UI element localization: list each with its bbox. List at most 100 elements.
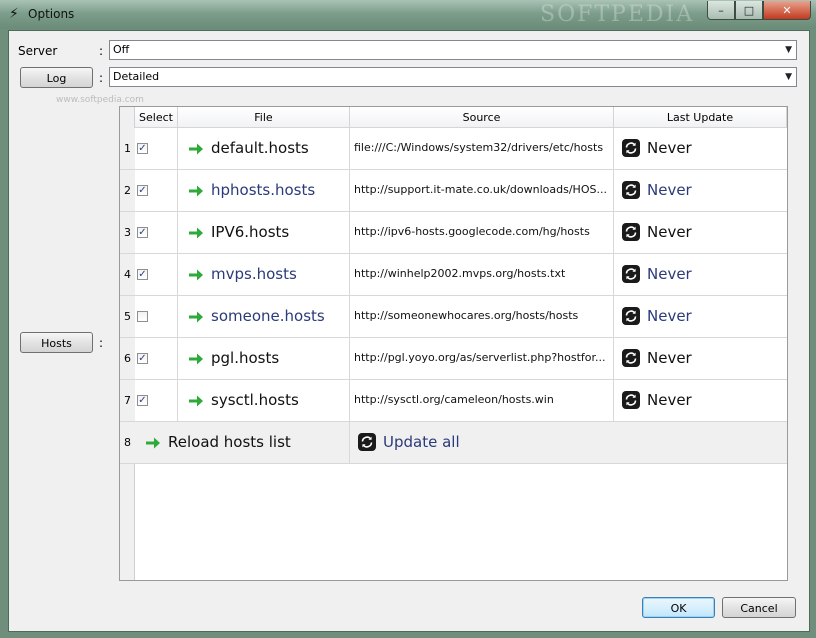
source-cell[interactable]: file:///C:/Windows/system32/drivers/etc/…	[350, 128, 614, 170]
row-checkbox[interactable]: ✓	[137, 269, 148, 280]
reload-hosts-label: Reload hosts list	[168, 433, 291, 451]
select-cell[interactable]: ✓	[135, 128, 178, 170]
green-arrow-icon	[189, 395, 203, 407]
select-cell[interactable]: ✓	[135, 170, 178, 212]
ok-button[interactable]: OK	[642, 597, 715, 618]
last-update-value: Never	[647, 265, 692, 283]
server-select[interactable]: Off ▼	[109, 40, 797, 60]
table-row: 2 ✓ hphosts.hosts http://support.it-mate.co…	[120, 170, 787, 212]
source-cell[interactable]: http://ipv6-hosts.googlecode.com/hg/host…	[350, 212, 614, 254]
source-cell[interactable]: http://winhelp2002.mvps.org/hosts.txt	[350, 254, 614, 296]
file-cell[interactable]: IPV6.hosts	[178, 212, 350, 254]
softpedia-watermark: www.softpedia.com	[56, 95, 144, 105]
row-number: 8	[120, 422, 135, 464]
select-cell[interactable]: ✓	[135, 212, 178, 254]
table-row: 1 ✓ default.hosts file:///C:/Windows/system…	[120, 128, 787, 170]
title-bar[interactable]: ⚡ Options SOFTPEDIA – □ ✕	[0, 0, 816, 29]
row-checkbox[interactable]: ✓	[137, 143, 148, 154]
source-cell[interactable]: http://sysctl.org/cameleon/hosts.win	[350, 380, 614, 422]
source-url: http://someonewhocares.org/hosts/hosts	[354, 309, 579, 322]
source-url: http://sysctl.org/cameleon/hosts.win	[354, 393, 554, 406]
server-colon: :	[99, 44, 104, 58]
last-update-cell[interactable]: Never	[614, 380, 787, 422]
log-button[interactable]: Log	[20, 67, 93, 88]
table-row: 6 ✓ pgl.hosts http://pgl.yoyo.org/as/server…	[120, 338, 787, 380]
log-colon: :	[99, 71, 104, 85]
file-cell[interactable]: someone.hosts	[178, 296, 350, 338]
source-cell[interactable]: http://pgl.yoyo.org/as/serverlist.php?ho…	[350, 338, 614, 380]
last-update-value: Never	[647, 181, 692, 199]
background-watermark: SOFTPEDIA	[540, 2, 695, 27]
table-row: 5 someone.hosts http://someonewhocares.org…	[120, 296, 787, 338]
row-number: 4	[120, 254, 135, 296]
source-cell[interactable]: http://someonewhocares.org/hosts/hosts	[350, 296, 614, 338]
refresh-icon	[622, 349, 640, 367]
header-select[interactable]: Select	[135, 107, 178, 128]
row-checkbox[interactable]: ✓	[137, 227, 148, 238]
server-select-value: Off	[113, 43, 130, 56]
cancel-button[interactable]: Cancel	[722, 597, 796, 618]
file-cell[interactable]: hphosts.hosts	[178, 170, 350, 212]
select-cell[interactable]: ✓	[135, 254, 178, 296]
header-source[interactable]: Source	[350, 107, 614, 128]
file-name: sysctl.hosts	[211, 391, 299, 409]
green-arrow-icon	[146, 437, 160, 449]
reload-hosts-cell[interactable]: Reload hosts list	[135, 422, 350, 464]
last-update-value: Never	[647, 391, 692, 409]
last-update-cell[interactable]: Never	[614, 212, 787, 254]
update-all-label: Update all	[383, 433, 460, 451]
select-cell[interactable]: ✓	[135, 380, 178, 422]
refresh-icon	[622, 139, 640, 157]
footer-row: 8 Reload hosts list Update all	[120, 422, 787, 464]
last-update-cell[interactable]: Never	[614, 170, 787, 212]
hosts-colon: :	[99, 336, 104, 350]
green-arrow-icon	[189, 185, 203, 197]
file-name: hphosts.hosts	[211, 181, 316, 199]
last-update-cell[interactable]: Never	[614, 128, 787, 170]
row-checkbox[interactable]	[137, 311, 148, 322]
maximize-button[interactable]: □	[735, 1, 763, 20]
select-cell[interactable]	[135, 296, 178, 338]
refresh-icon	[622, 391, 640, 409]
last-update-cell[interactable]: Never	[614, 296, 787, 338]
header-file[interactable]: File	[178, 107, 350, 128]
hosts-button[interactable]: Hosts	[20, 332, 93, 353]
last-update-value: Never	[647, 223, 692, 241]
source-cell[interactable]: http://support.it-mate.co.uk/downloads/H…	[350, 170, 614, 212]
file-cell[interactable]: pgl.hosts	[178, 338, 350, 380]
file-cell[interactable]: mvps.hosts	[178, 254, 350, 296]
last-update-cell[interactable]: Never	[614, 338, 787, 380]
header-last-update[interactable]: Last Update	[614, 107, 787, 128]
select-cell[interactable]: ✓	[135, 338, 178, 380]
refresh-icon	[622, 307, 640, 325]
row-checkbox[interactable]: ✓	[137, 185, 148, 196]
row-checkbox[interactable]: ✓	[137, 395, 148, 406]
row-number: 2	[120, 170, 135, 212]
last-update-cell[interactable]: Never	[614, 254, 787, 296]
file-cell[interactable]: default.hosts	[178, 128, 350, 170]
row-number: 7	[120, 380, 135, 422]
close-button[interactable]: ✕	[763, 1, 811, 20]
chevron-down-icon: ▼	[785, 72, 792, 82]
source-url: http://winhelp2002.mvps.org/hosts.txt	[354, 267, 566, 280]
green-arrow-icon	[189, 269, 203, 281]
file-cell[interactable]: sysctl.hosts	[178, 380, 350, 422]
last-update-value: Never	[647, 307, 692, 325]
log-level-select[interactable]: Detailed ▼	[109, 67, 797, 87]
file-name: mvps.hosts	[211, 265, 297, 283]
row-checkbox[interactable]: ✓	[137, 353, 148, 364]
last-update-value: Never	[647, 139, 692, 157]
file-name: default.hosts	[211, 139, 309, 157]
row-number: 1	[120, 128, 135, 170]
update-all-cell[interactable]: Update all	[350, 422, 787, 464]
last-update-value: Never	[647, 349, 692, 367]
table-row: 7 ✓ sysctl.hosts http://sysctl.org/cameleon…	[120, 380, 787, 422]
row-number: 6	[120, 338, 135, 380]
bolt-icon: ⚡	[9, 6, 19, 22]
row-number: 3	[120, 212, 135, 254]
source-url: http://pgl.yoyo.org/as/serverlist.php?ho…	[354, 351, 606, 364]
green-arrow-icon	[189, 311, 203, 323]
log-level-value: Detailed	[113, 70, 160, 83]
minimize-button[interactable]: –	[707, 1, 735, 20]
refresh-icon	[622, 181, 640, 199]
